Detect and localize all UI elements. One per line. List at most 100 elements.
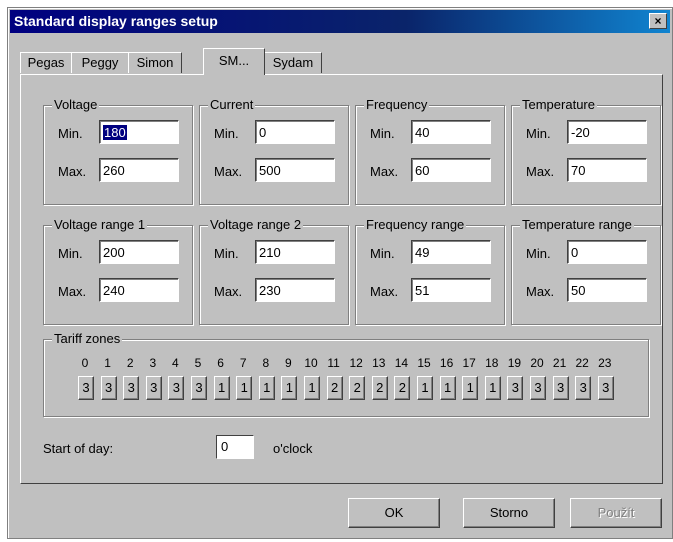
tariff-zone-button[interactable]: 1 [213, 376, 230, 400]
tariff-zone-button[interactable]: 3 [145, 376, 162, 400]
tab-simon[interactable]: Simon [128, 52, 182, 73]
frequency-max-label: Max. [370, 164, 399, 179]
tariff-hour-label: 2 [126, 356, 134, 370]
tariff-zone-button[interactable]: 3 [78, 376, 94, 400]
tariff-hour-label: 10 [304, 356, 318, 370]
tariff-hour-label: 22 [575, 356, 589, 370]
frequency-group-title: Frequency [364, 97, 430, 112]
tariff-hour-label: 1 [104, 356, 111, 370]
tariff-zone-button[interactable]: 1 [484, 376, 501, 400]
tariff-hour-label: 18 [485, 356, 499, 370]
tab-sm[interactable]: SM... [203, 48, 265, 75]
temperature-max-input[interactable]: 70 [567, 158, 647, 182]
tariff-zone-button[interactable]: 3 [552, 376, 569, 400]
voltage-range-2-group: Voltage range 2 Min. 210 Max. 230 [199, 217, 349, 325]
frequency-range-title: Frequency range [364, 217, 467, 232]
tariff-hour-label: 23 [598, 356, 612, 370]
tariff-zone-button[interactable]: 3 [530, 376, 546, 400]
current-group-title: Current [208, 97, 256, 112]
cancel-button[interactable]: Storno [463, 498, 555, 528]
temperature-range-group: Temperature range Min. 0 Max. 50 [511, 217, 661, 325]
voltage-max-label: Max. [58, 164, 87, 179]
tariff-hour-label: 15 [417, 356, 431, 370]
voltage-range-1-min-input[interactable]: 200 [99, 240, 179, 264]
tariff-hour-label: 7 [239, 356, 247, 370]
tab-peggy[interactable]: Peggy [71, 52, 129, 73]
frequency-range-group: Frequency range Min. 49 Max. 51 [355, 217, 505, 325]
tariff-hour-label: 14 [394, 356, 409, 370]
voltage-min-label: Min. [58, 126, 83, 141]
tariff-zone-button[interactable]: 1 [439, 376, 456, 400]
current-max-label: Max. [214, 164, 243, 179]
tariff-hour-label: 12 [349, 356, 363, 370]
tariff-zone-button[interactable]: 3 [168, 376, 185, 400]
voltage-group: Voltage Min. 180 Max. 260 [43, 97, 193, 205]
close-icon[interactable]: × [649, 13, 667, 29]
frequency-min-label: Min. [370, 126, 395, 141]
tariff-hour-label: 17 [462, 356, 476, 370]
tariff-hour-label: 5 [194, 356, 202, 370]
temperature-group: Temperature Min. -20 Max. 70 [511, 97, 661, 205]
tariff-zone-button[interactable]: 1 [417, 376, 433, 400]
start-of-day-label: Start of day: [43, 441, 114, 456]
current-group: Current Min. 0 Max. 500 [199, 97, 349, 205]
temperature-group-title: Temperature [520, 97, 597, 112]
apply-button[interactable]: Použít [570, 498, 662, 528]
tariff-hour-label: 21 [552, 356, 567, 370]
tariff-zone-button[interactable]: 3 [507, 376, 524, 400]
tariff-zone-button[interactable]: 3 [575, 376, 592, 400]
frequency-min-input[interactable]: 40 [411, 120, 491, 144]
title-bar: Standard display ranges setup × [10, 10, 670, 33]
tariff-zone-button[interactable]: 1 [236, 376, 253, 400]
tariff-hour-label: 4 [172, 356, 179, 370]
frequency-group: Frequency Min. 40 Max. 60 [355, 97, 505, 205]
start-of-day-input[interactable]: 0 [216, 435, 254, 459]
ok-button[interactable]: OK [348, 498, 440, 528]
tariff-zone-button[interactable]: 2 [349, 376, 366, 400]
frequency-range-min-input[interactable]: 49 [411, 240, 491, 264]
voltage-range-1-max-input[interactable]: 240 [99, 278, 179, 302]
voltage-min-input[interactable]: 180 [99, 120, 179, 144]
temperature-min-input[interactable]: -20 [567, 120, 647, 144]
tab-sydam[interactable]: Sydam [264, 52, 322, 73]
tariff-hour-label: 11 [327, 356, 340, 370]
current-max-input[interactable]: 500 [255, 158, 335, 182]
tariff-zones-group: Tariff zones 0 3 1 3 2 3 3 3 4 3 5 3 6 1 7 1 8 1 9 1 10 1 11 2 1… [43, 331, 649, 417]
tariff-zone-button[interactable]: 1 [258, 376, 275, 400]
tariff-zone-button[interactable]: 3 [123, 376, 140, 400]
tariff-hour-label: 0 [81, 356, 89, 370]
voltage-range-2-min-input[interactable]: 210 [255, 240, 335, 264]
voltage-group-title: Voltage [52, 97, 100, 112]
tariff-zone-button[interactable]: 3 [597, 376, 614, 400]
tariff-zone-button[interactable]: 1 [462, 376, 479, 400]
tariff-zone-button[interactable]: 3 [100, 376, 117, 400]
tariff-hour-label: 9 [285, 356, 292, 370]
tariff-hour-label: 3 [149, 356, 157, 370]
tariff-zone-button[interactable]: 2 [326, 376, 343, 400]
temperature-min-label: Min. [526, 126, 551, 141]
tariff-hour-label: 20 [530, 356, 544, 370]
current-min-input[interactable]: 0 [255, 120, 335, 144]
tariff-zone-button[interactable]: 2 [394, 376, 411, 400]
temperature-range-min-label: Min. [526, 246, 551, 261]
temperature-range-min-input[interactable]: 0 [567, 240, 647, 264]
tariff-zone-button[interactable]: 1 [304, 376, 320, 400]
current-min-label: Min. [214, 126, 239, 141]
temperature-max-label: Max. [526, 164, 555, 179]
voltage-range-2-title: Voltage range 2 [208, 217, 304, 232]
tab-pegas[interactable]: Pegas [20, 52, 72, 73]
temperature-range-max-input[interactable]: 50 [567, 278, 647, 302]
frequency-range-max-input[interactable]: 51 [411, 278, 491, 302]
voltage-max-input[interactable]: 260 [99, 158, 179, 182]
tariff-hour-label: 6 [217, 356, 224, 370]
voltage-range-2-max-input[interactable]: 230 [255, 278, 335, 302]
tab-panel: Voltage Min. 180 Max. 260 Current Min. 0… [20, 74, 663, 484]
tariff-zone-button[interactable]: 1 [281, 376, 298, 400]
frequency-max-input[interactable]: 60 [411, 158, 491, 182]
tariff-hour-label: 13 [372, 356, 386, 370]
frequency-range-max-label: Max. [370, 284, 399, 299]
tariff-zone-button[interactable]: 3 [191, 376, 207, 400]
voltage-range-1-title: Voltage range 1 [52, 217, 148, 232]
tariff-zone-button[interactable]: 2 [371, 376, 388, 400]
dialog-window: Standard display ranges setup × Pegas Pe… [7, 7, 673, 539]
